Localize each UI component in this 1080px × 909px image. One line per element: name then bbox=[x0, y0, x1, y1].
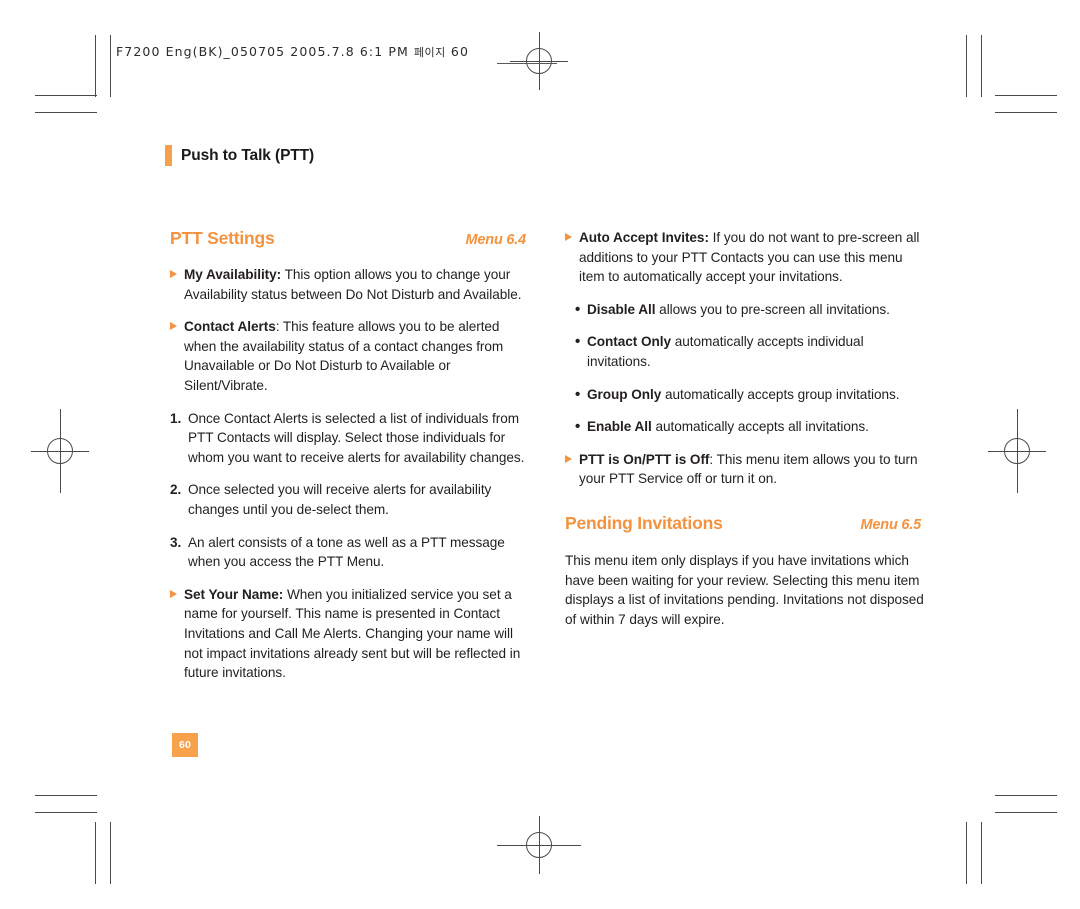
paragraph-text: automatically accepts group invitations. bbox=[661, 386, 900, 402]
paragraph-lead: Contact Only bbox=[587, 334, 671, 350]
crop-mark-tl-v2 bbox=[110, 35, 111, 97]
slug-korean-page-word: 페이지 bbox=[413, 46, 446, 59]
crop-mark-bl-v1 bbox=[95, 822, 96, 884]
slug-filename-date: F7200 Eng(BK)_050705 2005.7.8 6:1 PM bbox=[116, 44, 409, 59]
paragraph-step-1: 1. Once Contact Alerts is selected a list… bbox=[170, 409, 530, 468]
section-title: Pending Invitations bbox=[565, 512, 723, 533]
running-head-accent-bar bbox=[165, 145, 172, 166]
crop-mark-bl-v2 bbox=[110, 822, 111, 884]
triangle-bullet-icon bbox=[565, 454, 572, 463]
slug-underline bbox=[497, 63, 557, 64]
step-number: 3. bbox=[170, 534, 182, 550]
right-column: Auto Accept Invites: If you do not want … bbox=[565, 228, 925, 629]
paragraph-text: An alert consists of a tone as well as a… bbox=[188, 534, 505, 570]
crop-mark-tr-h2 bbox=[995, 112, 1057, 113]
paragraph-ptt-on-off: PTT is On/PTT is Off: This menu item all… bbox=[565, 450, 925, 489]
paragraph-text: Once Contact Alerts is selected a list o… bbox=[188, 410, 525, 465]
crop-mark-tl-h1 bbox=[35, 95, 97, 96]
section-title: PTT Settings bbox=[170, 228, 275, 248]
left-column: PTT Settings Menu 6.4 My Availability: T… bbox=[170, 228, 530, 683]
running-head: Push to Talk (PTT) bbox=[165, 145, 314, 166]
paragraph-auto-accept-invites: Auto Accept Invites: If you do not want … bbox=[565, 228, 925, 287]
paragraph-lead: Disable All bbox=[587, 301, 656, 317]
paragraph-text: automatically accepts all invitations. bbox=[651, 419, 869, 435]
crop-mark-br-v2 bbox=[981, 822, 982, 884]
paragraph-group-only: • Group Only automatically accepts group … bbox=[575, 385, 925, 405]
section-menu-number: Menu 6.4 bbox=[465, 232, 527, 248]
crop-mark-tl-h2 bbox=[35, 112, 97, 113]
page-number-badge: 60 bbox=[172, 733, 198, 757]
crop-mark-tr-h1 bbox=[995, 95, 1057, 96]
section-header-pending-invitations: Pending Invitations Menu 6.5 bbox=[565, 513, 925, 534]
paragraph-enable-all: • Enable All automatically accepts all in… bbox=[575, 417, 925, 437]
paragraph-set-your-name: Set Your Name: When you initialized serv… bbox=[170, 585, 530, 683]
paragraph-contact-alerts: Contact Alerts: This feature allows you … bbox=[170, 317, 530, 395]
paragraph-lead: My Availability: bbox=[184, 267, 282, 282]
step-number: 1. bbox=[170, 410, 182, 426]
crop-mark-br-h1 bbox=[995, 795, 1057, 796]
paragraph-lead: Contact Alerts bbox=[184, 319, 276, 335]
paragraph-lead: Enable All bbox=[587, 419, 652, 435]
crop-mark-tr-v1 bbox=[966, 35, 967, 97]
crop-mark-tl-v1 bbox=[95, 35, 96, 97]
crop-mark-br-v1 bbox=[966, 822, 967, 884]
triangle-bullet-icon bbox=[170, 589, 177, 598]
round-bullet-icon: • bbox=[575, 300, 581, 318]
paragraph-lead: Auto Accept Invites: bbox=[579, 230, 709, 245]
paragraph-pending-invitations-body: This menu item only displays if you have… bbox=[565, 552, 924, 627]
paragraph-contact-only: • Contact Only automatically accepts indi… bbox=[575, 332, 925, 371]
section-header-ptt-settings: PTT Settings Menu 6.4 bbox=[170, 228, 530, 249]
crop-mark-bl-h2 bbox=[35, 812, 97, 813]
paragraph-my-availability: My Availability: This option allows you … bbox=[170, 265, 530, 304]
round-bullet-icon: • bbox=[575, 333, 581, 351]
crop-mark-bl-h1 bbox=[35, 795, 97, 796]
paragraph-lead: Set Your Name: bbox=[184, 586, 284, 602]
triangle-bullet-icon bbox=[170, 270, 177, 278]
slug-page-ref: 60 bbox=[450, 44, 469, 59]
triangle-bullet-icon bbox=[170, 322, 177, 331]
round-bullet-icon: • bbox=[575, 385, 581, 403]
paragraph-text: Once selected you will receive alerts fo… bbox=[188, 482, 492, 517]
paragraph-step-2: 2. Once selected you will receive alerts … bbox=[170, 480, 530, 519]
crop-mark-tr-v2 bbox=[981, 35, 982, 97]
crop-mark-br-h2 bbox=[995, 812, 1057, 813]
running-head-label: Push to Talk (PTT) bbox=[181, 146, 315, 164]
section-menu-number: Menu 6.5 bbox=[860, 516, 922, 533]
paragraph-lead: PTT is On/PTT is Off bbox=[579, 451, 710, 467]
paragraph-disable-all: • Disable All allows you to pre-screen al… bbox=[575, 300, 925, 320]
print-slug-line: F7200 Eng(BK)_050705 2005.7.8 6:1 PM 페이지… bbox=[116, 44, 469, 60]
paragraph-lead: Group Only bbox=[587, 386, 662, 402]
round-bullet-icon: • bbox=[575, 418, 581, 436]
paragraph-text: allows you to pre-screen all invitations… bbox=[655, 301, 890, 317]
step-number: 2. bbox=[170, 482, 182, 498]
triangle-bullet-icon bbox=[565, 233, 572, 241]
paragraph-step-3: 3. An alert consists of a tone as well as… bbox=[170, 533, 530, 572]
